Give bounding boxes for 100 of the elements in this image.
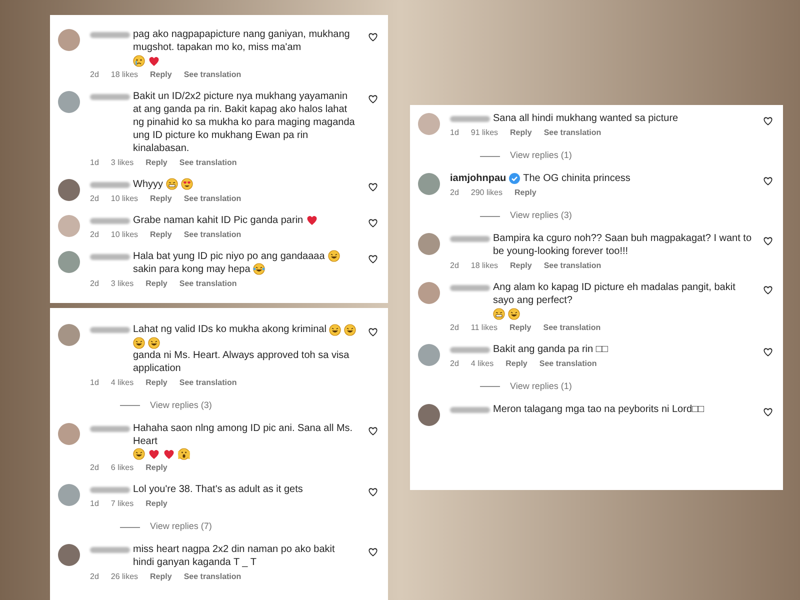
likes-count[interactable]: 290 likes <box>470 188 502 198</box>
comment-text: Whyyy <box>133 178 163 190</box>
blurred-username <box>450 285 490 291</box>
comment-text: pag ako nagpapapicture nang ganiyan, mukhang mugshot. tapakan mo ko, miss ma'am <box>133 28 351 54</box>
blurred-username <box>90 254 130 260</box>
avatar <box>58 422 80 444</box>
blurred-username <box>90 218 130 224</box>
likes-count[interactable]: 6 likes <box>110 463 134 473</box>
like-heart-icon <box>368 426 378 436</box>
comment-time: 1d <box>90 499 99 509</box>
reply-link[interactable]: Reply <box>150 194 172 204</box>
see-translation-link[interactable]: See translation <box>543 322 601 332</box>
comment-time: 2d <box>90 278 99 288</box>
likes-count[interactable]: 91 likes <box>470 128 498 138</box>
like-heart-icon <box>763 236 773 246</box>
view-replies-link[interactable]: View replies (7) <box>150 520 212 534</box>
reply-link[interactable]: Reply <box>146 499 168 509</box>
likes-count[interactable]: 4 likes <box>470 358 494 368</box>
avatar <box>58 484 80 506</box>
reply-link[interactable]: Reply <box>146 463 168 473</box>
view-replies-link[interactable]: View replies (1) <box>510 380 572 394</box>
grimacing-face-icon <box>166 178 178 190</box>
avatar <box>58 90 80 112</box>
comment-text: Bampira ka cguro noh?? Saan buh magpakagat? I want to be young-looking forever too!!! <box>493 232 753 258</box>
heart-icon <box>306 214 318 226</box>
comment-time: 2d <box>90 194 99 204</box>
username[interactable]: iamjohnpau <box>450 172 506 185</box>
likes-count[interactable]: 10 likes <box>110 194 138 204</box>
tears-of-joy-face-icon <box>253 263 266 275</box>
likes-count[interactable]: 4 likes <box>110 378 134 388</box>
reply-link[interactable]: Reply <box>146 378 168 388</box>
view-replies-link[interactable]: View replies (3) <box>150 398 212 412</box>
comment-text: Hala bat yung ID pic niyo po ang gandaaaa <box>133 250 325 262</box>
grinning-face-icon <box>148 336 160 348</box>
reply-link[interactable]: Reply <box>510 261 532 271</box>
reply-link[interactable]: Reply <box>514 188 536 198</box>
likes-count[interactable]: 7 likes <box>110 499 134 509</box>
like-heart-icon <box>368 32 378 42</box>
comment-time: 1d <box>90 158 99 168</box>
blurred-username <box>450 406 490 412</box>
reply-link[interactable]: Reply <box>150 70 172 80</box>
grinning-face-icon <box>508 308 520 320</box>
comment-text: Hahaha saon nlng among ID pic ani. Sana all Ms. Heart <box>133 422 354 448</box>
avatar <box>58 214 80 236</box>
view-replies-link[interactable]: View replies (1) <box>510 149 572 163</box>
see-translation-link[interactable]: See translation <box>179 278 237 288</box>
reply-link[interactable]: Reply <box>150 230 172 240</box>
comment-text: Ang alam ko kapag ID picture eh madalas pangit, bakit sayo ang perfect? <box>493 281 736 307</box>
comment-time: 2d <box>90 572 99 582</box>
likes-count[interactable]: 3 likes <box>110 158 134 168</box>
blurred-username <box>450 236 490 242</box>
blurred-username <box>90 547 130 553</box>
likes-count[interactable]: 3 likes <box>110 278 134 288</box>
like-heart-icon <box>763 285 773 295</box>
see-translation-link[interactable]: See translation <box>544 128 602 138</box>
likes-count[interactable]: 18 likes <box>470 261 498 271</box>
likes-count[interactable]: 18 likes <box>110 70 138 80</box>
see-translation-link[interactable]: See translation <box>179 158 237 168</box>
see-translation-link[interactable]: See translation <box>184 230 242 240</box>
see-translation-link[interactable]: See translation <box>544 261 602 271</box>
blurred-username <box>450 116 490 122</box>
comment-text: Lol you're 38. That's as adult as it gets <box>133 483 303 496</box>
heart-icon <box>148 54 160 66</box>
blurred-username <box>90 32 130 38</box>
see-translation-link[interactable]: See translation <box>179 378 237 388</box>
like-heart-icon <box>763 346 773 356</box>
avatar <box>418 404 440 426</box>
likes-count[interactable]: 26 likes <box>110 572 138 582</box>
see-translation-link[interactable]: See translation <box>184 70 242 80</box>
like-heart-icon <box>763 116 773 126</box>
like-heart-icon <box>368 487 378 497</box>
like-heart-icon <box>763 406 773 416</box>
reply-link[interactable]: Reply <box>150 572 172 582</box>
reply-link[interactable]: Reply <box>506 358 528 368</box>
avatar <box>58 250 80 272</box>
blurred-username <box>90 327 130 333</box>
blurred-username <box>90 182 130 188</box>
grinning-face-icon <box>329 324 342 336</box>
grimacing-face-icon <box>493 308 505 320</box>
likes-count[interactable]: 11 likes <box>470 322 498 332</box>
avatar <box>58 324 80 346</box>
reply-link[interactable]: Reply <box>146 278 168 288</box>
comment-text: Meron talagang mga tao na peyborits ni Lord□□ <box>493 402 704 416</box>
view-replies-link[interactable]: View replies (3) <box>510 209 572 223</box>
avatar <box>418 282 440 304</box>
grinning-face-icon <box>344 324 356 336</box>
like-heart-icon <box>368 218 378 228</box>
grinning-face-icon <box>133 336 145 348</box>
avatar <box>58 29 80 51</box>
comment-time: 2d <box>450 358 459 368</box>
likes-count[interactable]: 10 likes <box>110 230 138 240</box>
reply-link[interactable]: Reply <box>510 128 532 138</box>
see-translation-link[interactable]: See translation <box>184 572 242 582</box>
see-translation-link[interactable]: See translation <box>184 194 242 204</box>
reply-link[interactable]: Reply <box>509 322 532 332</box>
see-translation-link[interactable]: See translation <box>539 358 597 368</box>
comment-text: Bakit un ID/2x2 picture nya mukhang yayamanin at ang ganda pa rin. Bakit kapag ako halos lahat ng pinahid ko sa mukha ko para maging maganda ung ID picture ko mukhang Ewan pa rin kinalabasan. <box>133 90 356 154</box>
comment-time: 2d <box>90 463 99 473</box>
like-heart-icon <box>368 254 378 264</box>
reply-link[interactable]: Reply <box>146 158 168 168</box>
